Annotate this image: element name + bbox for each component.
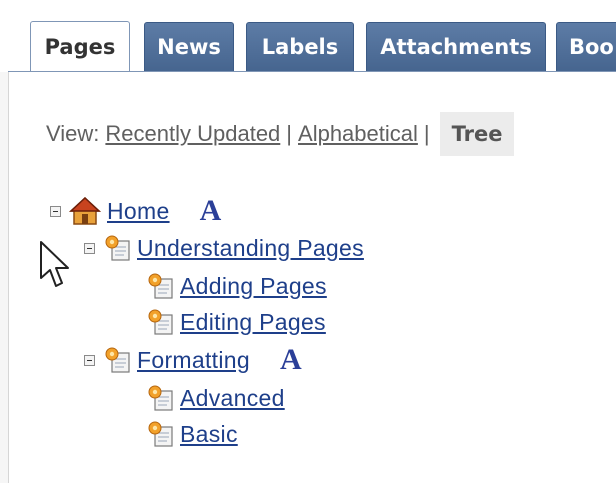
collapse-icon[interactable] [84,354,95,366]
tab-labels[interactable]: Labels [246,22,354,71]
tab-underline [8,71,616,72]
tab-attachments[interactable]: Attachments [366,22,546,71]
understanding-pages-link[interactable]: Understanding Pages [137,235,364,262]
page-icon [148,273,173,299]
page-icon [148,309,173,335]
mouse-cursor-icon [40,241,69,287]
home-icon [69,196,101,225]
view-switcher: View: Recently Updated | Alphabetical | … [46,112,515,156]
basic-link[interactable]: Basic [180,421,238,448]
tab-bookmarks[interactable]: Boo [556,22,616,71]
page-icon [148,421,173,447]
advanced-link[interactable]: Advanced [180,385,285,412]
tree-node-formatting: Formatting A [84,345,302,375]
page-icon [105,347,130,373]
view-separator: | [286,121,293,146]
editing-pages-link[interactable]: Editing Pages [180,309,326,336]
formatting-link[interactable]: Formatting [137,347,250,374]
tree-node-understanding-pages: Understanding Pages [84,233,364,263]
page-icon [105,235,130,261]
tab-bar: Pages News Labels Attachments Boo [0,0,616,72]
collapse-icon[interactable] [84,242,95,254]
view-label: View: [46,121,100,146]
tree-node-home: Home A [50,196,221,226]
collapse-icon[interactable] [50,205,61,217]
tree-node-basic: Basic [146,419,238,449]
adding-pages-link[interactable]: Adding Pages [180,273,327,300]
tree-node-editing-pages: Editing Pages [146,307,326,337]
recently-updated-link[interactable]: Recently Updated [105,121,280,147]
tab-pages[interactable]: Pages [30,21,130,72]
tree-view-button[interactable]: Tree [439,112,515,156]
tree-node-adding-pages: Adding Pages [146,271,327,301]
admin-icon[interactable]: A [280,345,302,375]
view-separator: | [423,121,430,146]
admin-icon[interactable]: A [200,196,222,226]
page-icon [148,385,173,411]
alphabetical-link[interactable]: Alphabetical [298,121,418,147]
tree-node-advanced: Advanced [146,383,285,413]
tab-news[interactable]: News [144,22,234,71]
home-link[interactable]: Home [107,198,170,225]
